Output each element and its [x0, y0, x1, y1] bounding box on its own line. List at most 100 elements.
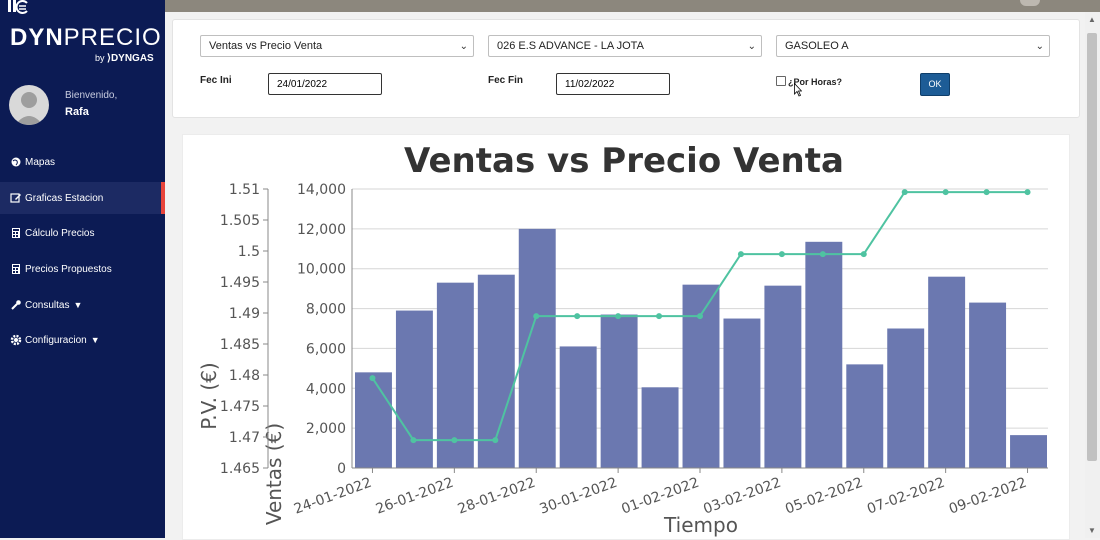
price-point[interactable]: [697, 313, 703, 320]
sidebar-item-consultas[interactable]: Consultas ▼: [0, 289, 165, 321]
price-point[interactable]: [615, 313, 622, 320]
y2-tick-label: 1.49: [229, 306, 260, 322]
station-select-value: 026 E.S ADVANCE - LA JOTA: [497, 40, 644, 52]
sidebar-item-calculo-precios[interactable]: Cálculo Precios: [0, 217, 165, 249]
calculator-icon: [12, 264, 20, 274]
fec-fin-label: Fec Fin: [488, 75, 524, 86]
price-point[interactable]: [983, 189, 990, 196]
price-point[interactable]: [901, 189, 908, 196]
fec-ini-input[interactable]: 24/01/2022: [268, 73, 382, 95]
bar[interactable]: [805, 241, 843, 468]
x-tick-label: 30-01-2022: [538, 475, 620, 518]
y2-tick-label: 1.48: [229, 368, 260, 384]
scroll-up-icon[interactable]: ▲: [1088, 15, 1096, 24]
price-point[interactable]: [451, 437, 458, 444]
user-menu-icon[interactable]: [1020, 0, 1040, 6]
edit-icon: [10, 193, 21, 203]
bar[interactable]: [641, 387, 679, 468]
product-select[interactable]: GASOLEO A ⌄: [776, 35, 1050, 57]
bar[interactable]: [723, 318, 761, 468]
avatar: [9, 85, 49, 125]
y-tick-label: 12,000: [297, 222, 346, 238]
y2-tick-label: 1.495: [220, 275, 260, 291]
fec-fin-input[interactable]: 11/02/2022: [556, 73, 670, 95]
chevron-down-icon: ⌄: [1035, 41, 1044, 52]
bar[interactable]: [928, 276, 966, 468]
ok-button[interactable]: OK: [920, 73, 950, 96]
chevron-down-icon: ▼: [73, 300, 83, 310]
sidebar-item-configuracion[interactable]: Configuracion ▼: [0, 324, 165, 356]
sidebar-item-label: Mapas: [25, 156, 56, 168]
chevron-down-icon: ⌄: [459, 41, 468, 52]
gear-icon: [10, 334, 22, 346]
x-tick-label: 24-01-2022: [292, 475, 374, 518]
fec-ini-label: Fec Ini: [200, 75, 232, 86]
sidebar-item-label: Precios Propuestos: [25, 263, 112, 275]
sidebar-item-mapas[interactable]: Mapas: [0, 146, 165, 178]
chevron-down-icon: ⌄: [747, 41, 756, 52]
bar[interactable]: [969, 302, 1007, 468]
price-point[interactable]: [860, 251, 867, 258]
scroll-down-icon[interactable]: ▼: [1088, 526, 1096, 535]
brand-logo: DYNPRECIO: [10, 24, 162, 51]
brand-byline: by ⟩DYNGAS: [95, 53, 154, 64]
bar[interactable]: [764, 285, 802, 468]
chevron-down-icon: ▼: [90, 335, 100, 345]
price-point[interactable]: [778, 251, 785, 258]
chart-title: Ventas vs Precio Venta: [404, 141, 844, 181]
sales-vs-price-chart: Ventas vs Precio Venta Ventas (€) P.V. (…: [197, 141, 1048, 537]
por-horas-checkbox[interactable]: [776, 76, 786, 86]
station-select[interactable]: 026 E.S ADVANCE - LA JOTA ⌄: [488, 35, 762, 57]
price-point[interactable]: [410, 437, 417, 444]
x-tick-label: 09-02-2022: [947, 475, 1029, 518]
y2-axis-label: P.V. (€): [197, 362, 221, 429]
logo-icon: [8, 0, 28, 14]
sidebar-item-label: Cálculo Precios: [25, 227, 95, 239]
price-point[interactable]: [819, 251, 826, 258]
bar[interactable]: [600, 314, 638, 468]
bar[interactable]: [887, 328, 925, 469]
price-point[interactable]: [369, 375, 376, 382]
price-point[interactable]: [574, 313, 581, 320]
price-point[interactable]: [942, 189, 949, 196]
price-point[interactable]: [656, 313, 663, 320]
bar[interactable]: [355, 372, 392, 468]
sidebar-item-label: Consultas: [25, 299, 70, 311]
bar[interactable]: [559, 346, 597, 468]
y2-tick-label: 1.505: [220, 213, 260, 229]
x-tick-label: 26-01-2022: [374, 475, 456, 518]
wrench-icon: [11, 300, 21, 310]
y2-tick-label: 1.5: [238, 244, 260, 260]
report-select[interactable]: Ventas vs Precio Venta ⌄: [200, 35, 474, 57]
y-tick-label: 14,000: [297, 182, 346, 198]
calculator-icon: [12, 228, 20, 238]
bar[interactable]: [846, 364, 884, 468]
x-tick-label: 28-01-2022: [456, 475, 538, 518]
bar[interactable]: [1010, 435, 1047, 468]
price-point[interactable]: [1024, 189, 1031, 196]
y2-tick-label: 1.475: [220, 399, 260, 415]
bar[interactable]: [395, 310, 433, 468]
y-tick-label: 10,000: [297, 262, 346, 278]
user-avatar-icon: [15, 92, 43, 125]
price-point[interactable]: [737, 251, 744, 258]
username: Rafa: [65, 106, 89, 118]
y-tick-label: 4,000: [306, 381, 346, 397]
filter-panel: [172, 19, 1080, 118]
globe-icon: [11, 157, 21, 167]
bar[interactable]: [518, 228, 556, 468]
y-tick-label: 0: [337, 461, 346, 477]
sidebar: DYNPRECIO by ⟩DYNGAS Bienvenido, Rafa Ma…: [0, 0, 165, 538]
y2-tick-label: 1.485: [220, 337, 260, 353]
x-tick-label: 03-02-2022: [701, 475, 783, 518]
top-bar: [165, 0, 1100, 12]
sidebar-item-graficas-estacion[interactable]: Graficas Estacion: [0, 182, 165, 214]
welcome-text: Bienvenido,: [65, 90, 118, 101]
price-point[interactable]: [492, 437, 499, 444]
x-tick-label: 07-02-2022: [865, 475, 947, 518]
y-tick-label: 2,000: [306, 421, 346, 437]
sidebar-item-precios-propuestos[interactable]: Precios Propuestos: [0, 253, 165, 285]
bar[interactable]: [682, 284, 720, 468]
scrollbar-thumb[interactable]: [1087, 33, 1097, 461]
price-point[interactable]: [533, 313, 540, 320]
